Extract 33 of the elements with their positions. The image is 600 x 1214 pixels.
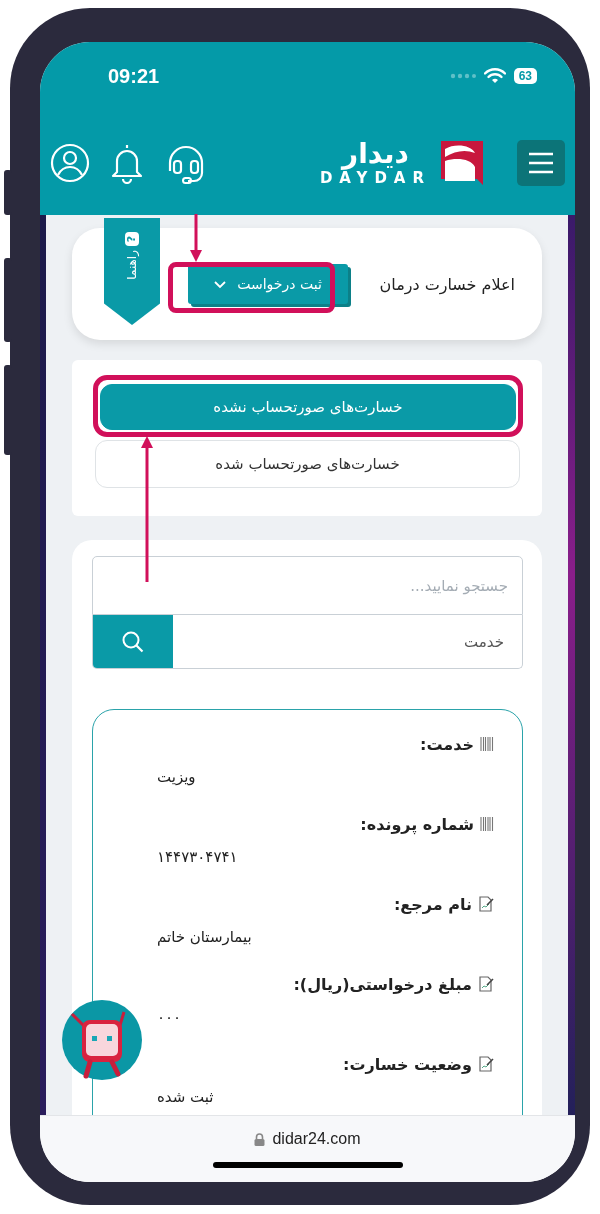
menu-button[interactable] (517, 139, 565, 186)
field-label: وضعیت خسارت: (343, 1054, 472, 1074)
field-label: شماره پرونده: (360, 814, 474, 834)
chevron-down-icon (213, 279, 228, 289)
robot-mascot-drawing[interactable] (62, 1000, 142, 1080)
document-edit-icon (478, 1056, 494, 1072)
document-edit-icon (478, 896, 494, 912)
field-label: نام مرجع: (393, 894, 472, 914)
status-time: 09:21 (108, 64, 160, 88)
search-field[interactable]: جستجو نمایید... (92, 556, 523, 615)
barcode-icon (480, 816, 494, 832)
wifi-icon (483, 68, 506, 84)
field-value: بیمارستان خاتم (157, 928, 252, 946)
menu-icon (528, 151, 554, 174)
profile-icon[interactable] (50, 142, 90, 183)
page-title: اعلام خسارت درمان (379, 274, 515, 294)
field-value: ثبت شده (157, 1088, 214, 1106)
field-value: ویزیت (157, 768, 196, 786)
claims-tab[interactable]: خسارت‌های صورتحساب شده (95, 440, 520, 488)
url-text[interactable]: didar24.com (272, 1130, 361, 1148)
barcode-icon (480, 736, 494, 752)
battery-indicator: 63 (513, 68, 537, 84)
annotation-arrow (189, 214, 203, 263)
guide-label: راهنما (125, 250, 139, 280)
lock-icon (254, 1132, 266, 1146)
help-badge: ? (125, 232, 139, 246)
field-label: مبلغ درخواستی(ریال): (293, 974, 472, 994)
signal-icon (449, 73, 476, 79)
document-edit-icon (478, 976, 494, 992)
field-label: خدمت: (420, 734, 474, 754)
field-value: ۰۰۰ (157, 1008, 182, 1026)
logo-icon (439, 138, 485, 187)
field-value: ۱۴۴۷۳۰۴۷۴۱ (157, 848, 238, 866)
